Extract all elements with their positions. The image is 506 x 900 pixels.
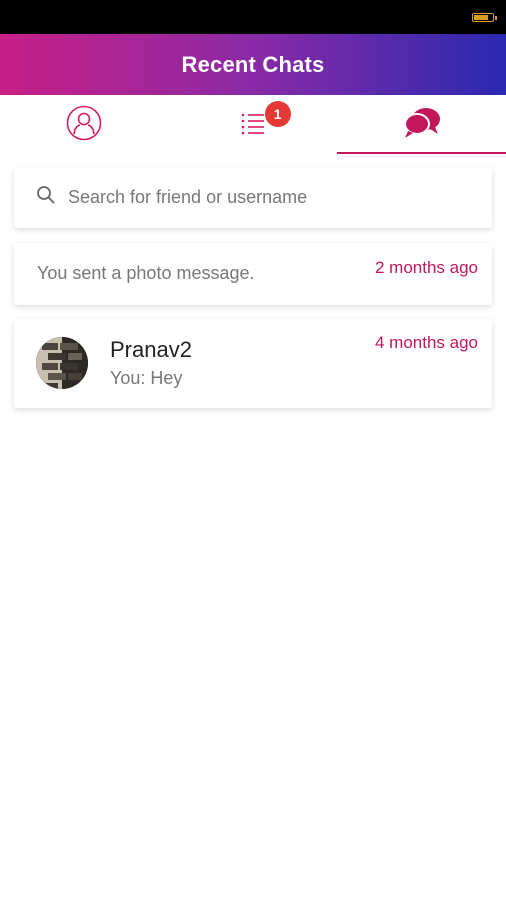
tab-bar: 1 [0, 95, 506, 155]
app-header: Recent Chats [0, 34, 506, 95]
chat-time: 2 months ago [374, 258, 478, 277]
tab-list[interactable]: 1 [169, 95, 338, 155]
user-icon [66, 105, 102, 146]
search-bar [14, 167, 492, 228]
status-bar [0, 0, 506, 34]
chat-item[interactable]: You sent a photo message. 2 months ago [14, 243, 492, 305]
chat-item[interactable]: Pranav2 You: Hey 4 months ago [14, 319, 492, 408]
page-title: Recent Chats [181, 51, 325, 77]
chat-preview: You: Hey [110, 368, 183, 388]
search-input[interactable] [68, 187, 448, 208]
avatar [36, 337, 88, 389]
chat-time: 4 months ago [374, 333, 478, 352]
tab-chats[interactable] [337, 95, 506, 155]
chat-preview: You sent a photo message. [37, 263, 255, 283]
chat-list-container: You sent a photo message. 2 months ago P… [0, 155, 506, 408]
battery-icon [472, 13, 497, 22]
chat-bubbles-icon [402, 105, 442, 146]
contact-name: Pranav2 [110, 337, 192, 362]
tab-profile[interactable] [0, 95, 169, 155]
notification-badge: 1 [264, 101, 291, 127]
list-icon [240, 111, 266, 140]
search-icon [36, 185, 56, 210]
